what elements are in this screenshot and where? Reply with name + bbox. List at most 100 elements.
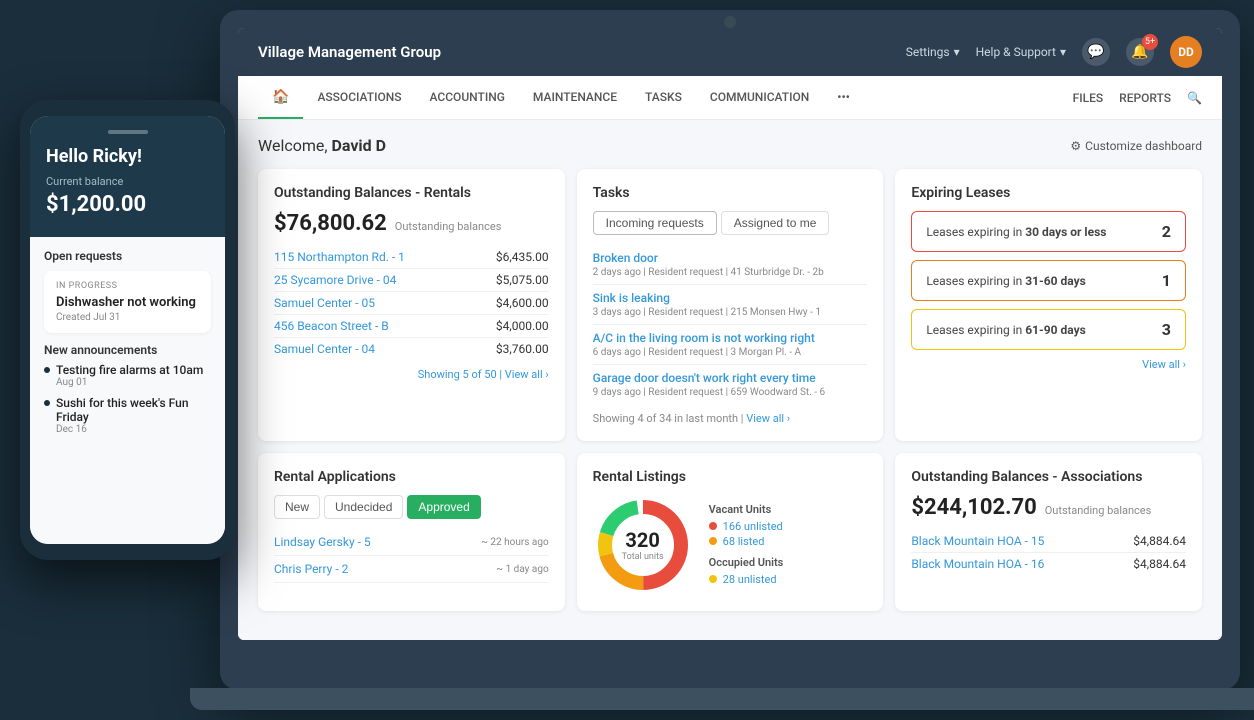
vacant-title: Vacant Units: [709, 503, 784, 516]
lease-row-60: Leases expiring in 31-60 days 1: [911, 260, 1186, 301]
balance-item-value: $4,600.00: [496, 296, 549, 310]
donut-sub: Total units: [622, 552, 664, 562]
top-bar-right: Settings ▾ Help & Support ▾ 💬 🔔 5+ DD: [906, 36, 1202, 68]
nav-item-more[interactable]: •••: [823, 76, 864, 119]
open-requests-title: Open requests: [44, 249, 211, 263]
lease-text: Leases expiring in 30 days or less: [926, 225, 1106, 239]
list-item: Chris Perry - 2 ~ 1 day ago: [274, 556, 549, 583]
nav-item-home[interactable]: 🏠: [258, 76, 303, 119]
avatar[interactable]: DD: [1170, 36, 1202, 68]
assoc-balance-rows: Black Mountain HOA - 15 $4,884.64 Black …: [911, 530, 1186, 575]
phone-balance-label: Current balance: [46, 175, 209, 188]
legend-item: 28 unlisted: [709, 573, 784, 586]
task-meta: 2 days ago | Resident request | 41 Sturb…: [593, 267, 868, 278]
customize-dashboard-button[interactable]: ⚙ Customize dashboard: [1070, 139, 1202, 153]
donut-label: 320 Total units: [622, 528, 664, 562]
nav-reports[interactable]: REPORTS: [1119, 91, 1171, 105]
donut-chart: 320 Total units: [593, 495, 693, 595]
legend-item: 68 listed: [709, 535, 784, 548]
chevron-down-icon: ▾: [954, 45, 960, 59]
assoc-link[interactable]: Black Mountain HOA - 15: [911, 534, 1044, 548]
assoc-balance-header: $244,102.70 Outstanding balances: [911, 495, 1186, 520]
view-all-balances[interactable]: Showing 5 of 50 | View all ›: [274, 368, 549, 381]
app-link[interactable]: Chris Perry - 2: [274, 562, 348, 576]
nav-item-associations[interactable]: ASSOCIATIONS: [303, 76, 415, 119]
task-link[interactable]: A/C in the living room is not working ri…: [593, 331, 868, 345]
assoc-link[interactable]: Black Mountain HOA - 16: [911, 557, 1044, 571]
rental-listings-title: Rental Listings: [593, 469, 868, 485]
list-item: A/C in the living room is not working ri…: [593, 325, 868, 365]
phone-greeting: Hello Ricky!: [46, 146, 209, 167]
nav-item-communication[interactable]: COMMUNICATION: [696, 76, 823, 119]
task-link[interactable]: Broken door: [593, 251, 868, 265]
occupied-title: Occupied Units: [709, 556, 784, 569]
assoc-balance-label: Outstanding balances: [1045, 504, 1152, 517]
chat-icon[interactable]: 💬: [1082, 38, 1110, 66]
balance-item-link[interactable]: Samuel Center - 04: [274, 342, 375, 356]
legend-dot-red: [709, 522, 717, 530]
lease-row-90: Leases expiring in 61-90 days 3: [911, 309, 1186, 350]
help-link[interactable]: Help & Support ▾: [976, 45, 1066, 59]
settings-link[interactable]: Settings ▾: [906, 45, 960, 59]
nav-right: FILES REPORTS 🔍: [1073, 91, 1202, 105]
tab-new[interactable]: New: [274, 495, 320, 519]
tab-undecided[interactable]: Undecided: [324, 495, 403, 519]
assoc-balance-amount: $244,102.70: [911, 495, 1036, 520]
laptop-base: [190, 688, 1254, 710]
phone-notch: [108, 130, 148, 134]
balance-rows: 115 Northampton Rd. - 1 $6,435.00 25 Syc…: [274, 246, 549, 360]
request-sub: Created Jul 31: [56, 312, 199, 323]
lease-text: Leases expiring in 61-90 days: [926, 323, 1085, 337]
request-title: Dishwasher not working: [56, 295, 199, 310]
list-item: Broken door 2 days ago | Resident reques…: [593, 245, 868, 285]
balance-item-link[interactable]: Samuel Center - 05: [274, 296, 375, 310]
table-row: Black Mountain HOA - 16 $4,884.64: [911, 553, 1186, 575]
table-row: 456 Beacon Street - B $4,000.00: [274, 315, 549, 338]
balance-label-text: Outstanding balances: [395, 220, 502, 233]
nav-item-maintenance[interactable]: MAINTENANCE: [519, 76, 631, 119]
view-all-tasks[interactable]: View all ›: [746, 412, 790, 425]
rental-listings-content: 320 Total units Vacant Units 166 unliste…: [593, 495, 868, 595]
announcement-item: Sushi for this week's Fun Friday Dec 16: [44, 396, 211, 435]
nav-bar: 🏠 ASSOCIATIONS ACCOUNTING MAINTENANCE TA…: [238, 76, 1222, 120]
balance-item-link[interactable]: 456 Beacon Street - B: [274, 319, 389, 333]
nav-item-accounting[interactable]: ACCOUNTING: [416, 76, 519, 119]
legend-text: 28 unlisted: [723, 573, 777, 586]
balance-item-link[interactable]: 25 Sycamore Drive - 04: [274, 273, 396, 287]
phone-balance: $1,200.00: [46, 192, 209, 217]
tab-assigned-to-me[interactable]: Assigned to me: [721, 211, 830, 235]
view-all-leases[interactable]: View all ›: [911, 358, 1186, 371]
phone-body: Open requests IN PROGRESS Dishwasher not…: [30, 237, 225, 544]
expiring-leases-title: Expiring Leases: [911, 185, 1186, 201]
task-link[interactable]: Sink is leaking: [593, 291, 868, 305]
home-icon: 🏠: [272, 89, 289, 105]
task-meta: 9 days ago | Resident request | 659 Wood…: [593, 387, 868, 398]
nav-left: 🏠 ASSOCIATIONS ACCOUNTING MAINTENANCE TA…: [258, 76, 864, 119]
announcements-title: New announcements: [44, 343, 211, 357]
legend-text: 166 unlisted: [723, 520, 783, 533]
rental-applications-title: Rental Applications: [274, 469, 549, 485]
announcement-item: Testing fire alarms at 10am Aug 01: [44, 363, 211, 388]
search-icon[interactable]: 🔍: [1187, 91, 1202, 105]
outstanding-assoc-card: Outstanding Balances - Associations $244…: [895, 453, 1202, 611]
app-time: ~ 22 hours ago: [481, 537, 549, 548]
dashboard-grid: Outstanding Balances - Rentals $76,800.6…: [258, 169, 1202, 611]
nav-item-tasks[interactable]: TASKS: [631, 76, 696, 119]
balance-header: $76,800.62 Outstanding balances: [274, 211, 549, 236]
table-row: 115 Northampton Rd. - 1 $6,435.00: [274, 246, 549, 269]
application-list: Lindsay Gersky - 5 ~ 22 hours ago Chris …: [274, 529, 549, 583]
tab-incoming-requests[interactable]: Incoming requests: [593, 211, 717, 235]
app-link[interactable]: Lindsay Gersky - 5: [274, 535, 371, 549]
bell-icon[interactable]: 🔔 5+: [1126, 38, 1154, 66]
rental-listings-card: Rental Listings 320: [577, 453, 884, 611]
lease-count: 3: [1162, 320, 1171, 339]
task-link[interactable]: Garage door doesn't work right every tim…: [593, 371, 868, 385]
lease-row-30: Leases expiring in 30 days or less 2: [911, 211, 1186, 252]
tab-approved[interactable]: Approved: [407, 495, 480, 519]
table-row: Samuel Center - 04 $3,760.00: [274, 338, 549, 360]
outstanding-balances-title: Outstanding Balances - Rentals: [274, 185, 549, 201]
balance-item-link[interactable]: 115 Northampton Rd. - 1: [274, 250, 405, 264]
request-card[interactable]: IN PROGRESS Dishwasher not working Creat…: [44, 271, 211, 333]
nav-files[interactable]: FILES: [1073, 91, 1104, 105]
notification-badge: 5+: [1142, 34, 1158, 50]
